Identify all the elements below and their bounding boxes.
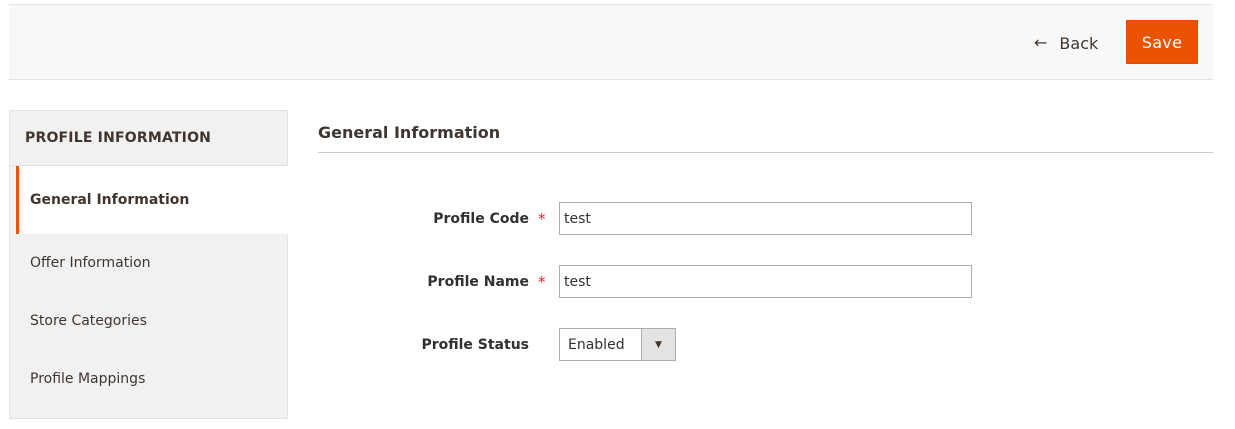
sidebar-item-general-information[interactable]: General Information xyxy=(16,166,288,234)
profile-status-select[interactable]: Enabled ▼ xyxy=(559,328,676,361)
page-actions-bar: ← Back Save xyxy=(9,4,1213,80)
back-button[interactable]: ← Back xyxy=(1028,28,1104,58)
profile-status-value: Enabled xyxy=(568,336,625,353)
sidebar-title: PROFILE INFORMATION xyxy=(10,111,287,166)
main-content: General Information Profile Code * Profi… xyxy=(318,110,1213,361)
sidebar-item-profile-mappings[interactable]: Profile Mappings xyxy=(10,350,287,408)
required-asterisk: * xyxy=(538,273,546,291)
sidebar: PROFILE INFORMATION General Information … xyxy=(9,110,288,419)
profile-name-row: Profile Name * xyxy=(318,265,1213,299)
section-title: General Information xyxy=(318,110,1213,153)
profile-name-input[interactable] xyxy=(559,265,972,298)
sidebar-item-offer-information[interactable]: Offer Information xyxy=(10,234,287,292)
profile-code-input[interactable] xyxy=(559,202,972,235)
profile-name-label: Profile Name xyxy=(427,274,529,290)
profile-status-row: Profile Status Enabled ▼ xyxy=(318,328,1213,362)
profile-code-row: Profile Code * xyxy=(318,202,1213,236)
profile-code-label: Profile Code xyxy=(433,211,529,227)
triangle-down-icon[interactable]: ▼ xyxy=(641,329,675,360)
profile-status-label: Profile Status xyxy=(421,337,529,353)
required-asterisk: * xyxy=(538,210,546,228)
save-button[interactable]: Save xyxy=(1126,20,1198,64)
arrow-left-icon: ← xyxy=(1034,33,1048,52)
sidebar-item-store-categories[interactable]: Store Categories xyxy=(10,292,287,350)
back-button-label: Back xyxy=(1059,33,1099,53)
